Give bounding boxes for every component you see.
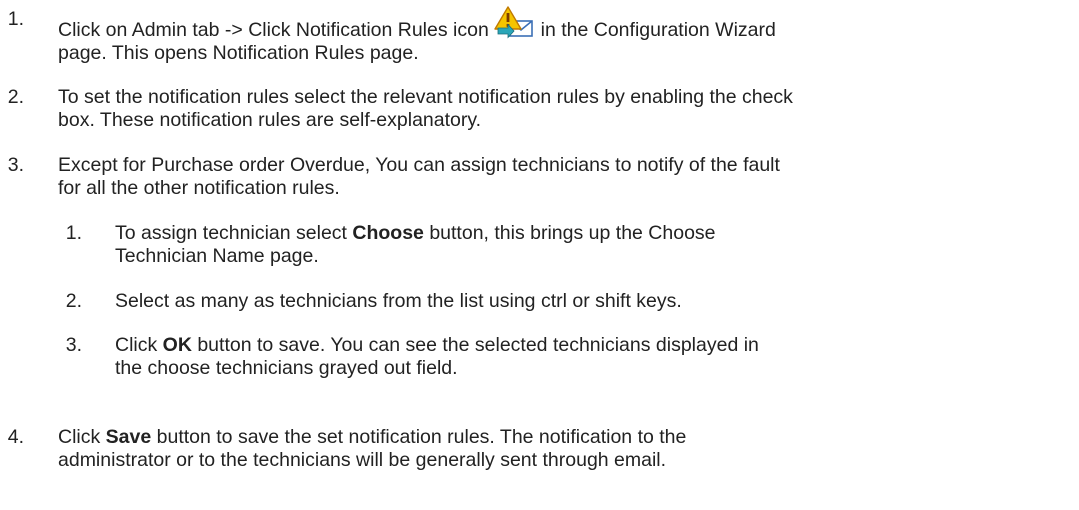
step-line: Except for Purchase order Overdue, You c… xyxy=(58,154,780,176)
substep-text: Click OK button to save. You can see the… xyxy=(115,334,1065,380)
substep-line: the choose technicians grayed out field. xyxy=(115,357,458,379)
substep-text: Select as many as technicians from the l… xyxy=(115,290,1065,313)
step-number: 2. xyxy=(7,86,24,108)
step-number: 4. xyxy=(7,426,24,448)
step-line: for all the other notification rules. xyxy=(58,177,340,199)
step-text: Click on Admin tab -> Click Notification… xyxy=(58,6,1068,65)
document-page: 1. Click on Admin tab -> Click Notificat… xyxy=(0,0,1079,510)
step-text: To set the notification rules select the… xyxy=(58,86,1068,132)
save-button-label: Save xyxy=(105,426,152,448)
substep-number: 3. xyxy=(65,334,82,356)
step-3: 3. Except for Purchase order Overdue, Yo… xyxy=(0,154,1068,200)
step-number: 3. xyxy=(7,154,24,176)
step-4: 4. Click Save button to save the set not… xyxy=(0,426,1068,472)
step-line: page. This opens Notification Rules page… xyxy=(58,42,419,64)
substep-text: To assign technician select Choose butto… xyxy=(115,222,1065,268)
choose-button-label: Choose xyxy=(352,222,424,244)
substep-3: 3. Click OK button to save. You can see … xyxy=(0,334,1065,380)
step-number: 1. xyxy=(7,8,24,30)
substep-line: Technician Name page. xyxy=(115,245,319,267)
substep-number: 1. xyxy=(65,222,82,244)
step-text: Click Save button to save the set notifi… xyxy=(58,426,1068,472)
step-line: To set the notification rules select the… xyxy=(58,86,793,108)
step-2: 2. To set the notification rules select … xyxy=(0,86,1068,132)
substep-number: 2. xyxy=(65,290,82,312)
substep-1: 1. To assign technician select Choose bu… xyxy=(0,222,1065,268)
step-1: 1. Click on Admin tab -> Click Notificat… xyxy=(0,6,1068,65)
step-line: Click on Admin tab -> Click Notification… xyxy=(58,6,1068,42)
step-line: Click Save button to save the set notifi… xyxy=(58,426,687,448)
substep-2: 2. Select as many as technicians from th… xyxy=(0,290,1065,313)
step-line: box. These notification rules are self-e… xyxy=(58,109,482,131)
step-line: administrator or to the technicians will… xyxy=(58,449,667,471)
ok-button-label: OK xyxy=(162,334,192,356)
substep-line: To assign technician select Choose butto… xyxy=(115,222,716,244)
step-text: Except for Purchase order Overdue, You c… xyxy=(58,154,1068,200)
substep-line: Click OK button to save. You can see the… xyxy=(115,334,759,356)
notification-rules-icon xyxy=(494,6,534,40)
substep-line: Select as many as technicians from the l… xyxy=(115,290,682,312)
